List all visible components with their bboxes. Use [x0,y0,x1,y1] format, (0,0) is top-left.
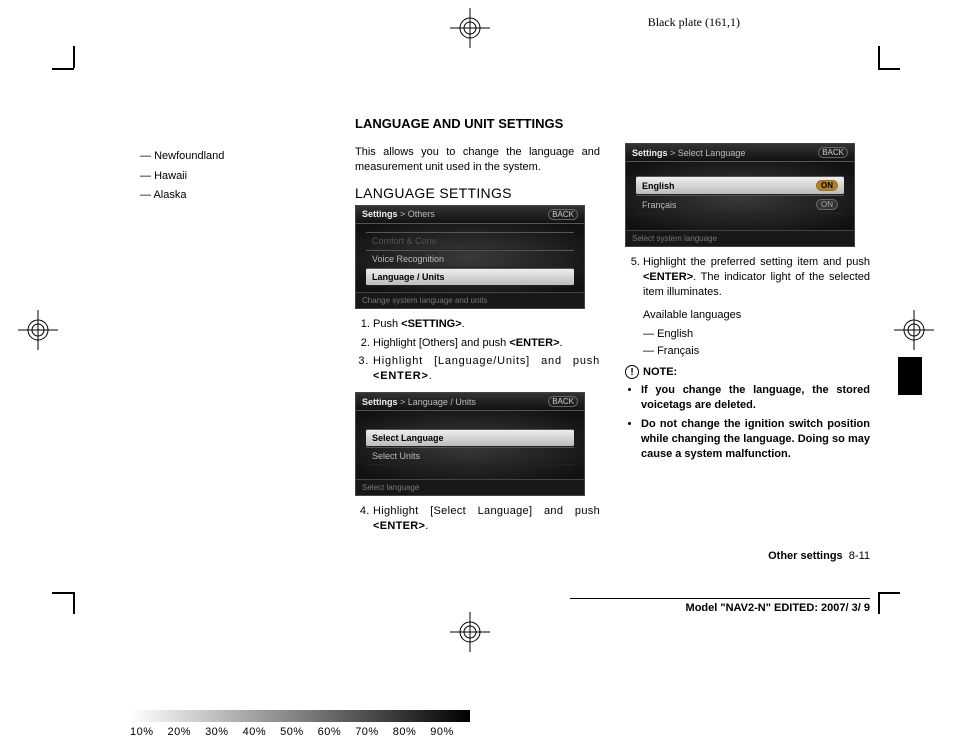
note-item: If you change the language, the stored v… [641,383,870,413]
menu-row: Comfort & Conv. [366,232,574,250]
steps-list: Push <SETTING>. Highlight [Others] and p… [355,317,600,384]
crumb-sub: > Others [400,209,435,219]
edge-tab [898,357,922,395]
crop-mark [878,592,900,594]
crop-mark [52,592,74,594]
menu-row-selected: Select Language [366,429,574,447]
list-item-label: Alaska [153,189,186,201]
screen-footer: Change system language and units [356,292,584,308]
subsection-title: LANGUAGE SETTINGS [355,185,600,201]
steps-list: Highlight [Select Language] and push <EN… [355,504,600,534]
crumb-main: Settings [632,148,668,158]
footer-section: Other settings 8-11 [768,550,870,562]
reg-mark-top [450,8,490,48]
list-item: — Hawaii [140,168,320,186]
menu-row: Select Units [366,447,574,465]
back-button: BACK [548,209,578,220]
crumb-sub: > Language / Units [400,397,476,407]
list-item: — Newfoundland [140,148,320,166]
menu-row-selected: English ON [636,176,844,195]
density-bar [130,710,470,722]
list-item: — English [625,326,870,343]
list-item-label: Newfoundland [154,150,224,162]
crumb-sub: > Select Language [670,148,745,158]
screen-footer: Select language [356,479,584,495]
pct: 60% [318,726,342,738]
right-column: Settings > Select Language BACK English … [625,143,870,466]
pct: 50% [280,726,304,738]
step-item: Highlight the preferred setting item and… [643,255,870,300]
list-item-label: Hawaii [154,170,187,182]
pct: 40% [243,726,267,738]
nav-screenshot-others: Settings > Others BACK Comfort & Conv. V… [355,205,585,309]
menu-row-selected: Language / Units [366,268,574,286]
middle-column: LANGUAGE AND UNIT SETTINGS This allows y… [355,116,600,542]
pct: 10% [130,726,154,738]
reg-mark-bottom [450,612,490,652]
back-button: BACK [818,147,848,158]
lang-label: English [642,181,675,191]
note-label: NOTE: [643,366,677,378]
footer-model: Model "NAV2-N" EDITED: 2007/ 3/ 9 [570,598,870,614]
screen-footer: Select system language [626,230,854,246]
on-indicator: ON [816,180,838,191]
list-item: — Alaska [140,187,320,205]
available-label: Available languages [625,308,870,323]
crop-mark [73,46,75,68]
off-indicator: ON [816,199,838,210]
plate-header: Black plate (161,1) [648,15,740,30]
step-item: Push <SETTING>. [373,317,600,332]
crop-mark [878,592,880,614]
nav-screenshot-select-language: Settings > Select Language BACK English … [625,143,855,247]
step-item: Highlight [Select Language] and push <EN… [373,504,600,534]
step-item: Highlight [Language/Units] and push <ENT… [373,354,600,384]
note-list: If you change the language, the stored v… [625,383,870,461]
crumb-main: Settings [362,397,398,407]
back-button: BACK [548,396,578,407]
note-heading: ! NOTE: [625,365,870,379]
crumb-main: Settings [362,209,398,219]
note-icon: ! [625,365,639,379]
steps-list: Highlight the preferred setting item and… [625,255,870,300]
reg-mark-right [894,310,934,350]
crop-mark [52,68,74,70]
pct: 70% [355,726,379,738]
note-item: Do not change the ignition switch positi… [641,417,870,462]
nav-screenshot-lang-units: Settings > Language / Units BACK Select … [355,392,585,496]
menu-row: Français ON [636,195,844,214]
crop-mark [73,592,75,614]
pct: 30% [205,726,229,738]
pct: 20% [168,726,192,738]
crop-mark [878,68,900,70]
menu-row: Voice Recognition [366,250,574,268]
reg-mark-left [18,310,58,350]
left-column: — Newfoundland — Hawaii — Alaska [140,148,320,207]
pct: 80% [393,726,417,738]
list-item: — Français [625,343,870,360]
intro-text: This allows you to change the language a… [355,145,600,175]
section-title: LANGUAGE AND UNIT SETTINGS [355,116,600,131]
percent-row: 10% 20% 30% 40% 50% 60% 70% 80% 90% [130,726,454,738]
lang-label: Français [642,200,677,210]
pct: 90% [430,726,454,738]
crop-mark [878,46,880,68]
step-item: Highlight [Others] and push <ENTER>. [373,336,600,351]
